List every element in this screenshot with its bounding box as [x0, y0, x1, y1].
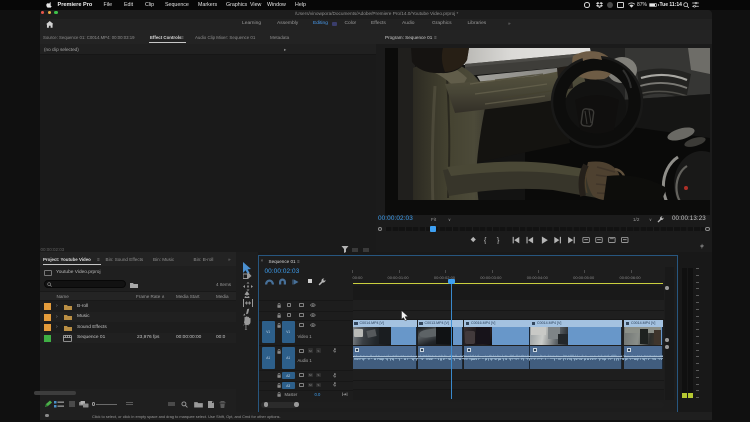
svg-text:}: } — [497, 236, 500, 244]
svg-text:{: { — [484, 236, 487, 244]
